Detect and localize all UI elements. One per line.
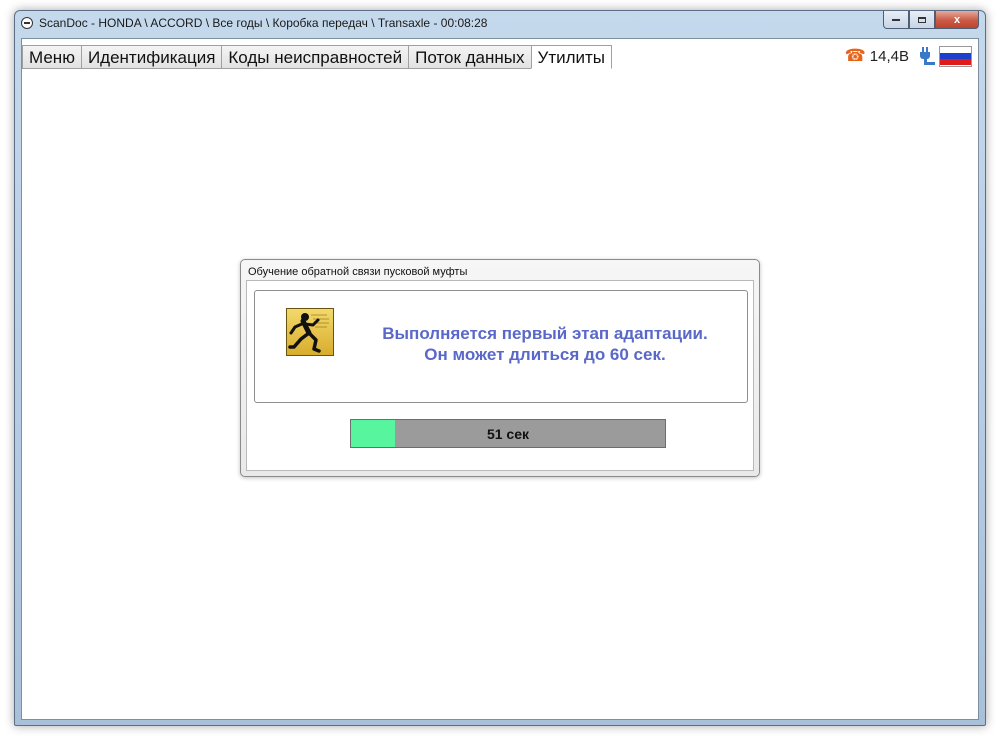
window-title: ScanDoc - HONDA \ ACCORD \ Все годы \ Ко… xyxy=(39,16,488,30)
tab-identification[interactable]: Идентификация xyxy=(80,45,222,69)
minimize-button[interactable] xyxy=(883,11,909,29)
close-icon: x xyxy=(953,13,961,26)
tab-menu[interactable]: Меню xyxy=(22,45,81,69)
minimize-icon xyxy=(892,18,900,21)
caption-buttons: x xyxy=(883,11,979,29)
plug-icon xyxy=(917,46,935,66)
status-message: Выполняется первый этап адаптации. Он мо… xyxy=(360,323,730,365)
dialog-title: Обучение обратной связи пусковой муфты xyxy=(248,266,468,278)
tab-fault-codes[interactable]: Коды неисправностей xyxy=(221,45,409,69)
app-icon xyxy=(21,17,33,29)
adaptation-progress-bar: 51 сек xyxy=(350,419,666,448)
status-area: ☎ 14,4В xyxy=(845,45,972,67)
message-line-1: Выполняется первый этап адаптации. xyxy=(382,324,708,343)
message-line-2: Он может длиться до 60 сек. xyxy=(424,345,666,364)
running-man-icon xyxy=(286,308,334,356)
tab-data-stream[interactable]: Поток данных xyxy=(408,45,531,69)
title-bar[interactable]: ScanDoc - HONDA \ ACCORD \ Все годы \ Ко… xyxy=(15,11,985,37)
voltage-readout: 14,4В xyxy=(869,47,909,65)
close-button[interactable]: x xyxy=(935,11,979,29)
adaptation-dialog: Обучение обратной связи пусковой муфты В… xyxy=(240,259,760,477)
phone-icon: ☎ xyxy=(844,46,866,65)
progress-label: 51 сек xyxy=(486,426,530,442)
maximize-button[interactable] xyxy=(909,11,935,29)
russian-flag-icon[interactable] xyxy=(939,45,972,67)
tab-bar: Меню Идентификация Коды неисправностей П… xyxy=(22,39,978,69)
dialog-body: Выполняется первый этап адаптации. Он мо… xyxy=(246,280,754,471)
message-panel: Выполняется первый этап адаптации. Он мо… xyxy=(254,290,748,403)
maximize-icon xyxy=(918,16,926,23)
tab-utilities[interactable]: Утилиты xyxy=(530,45,613,69)
